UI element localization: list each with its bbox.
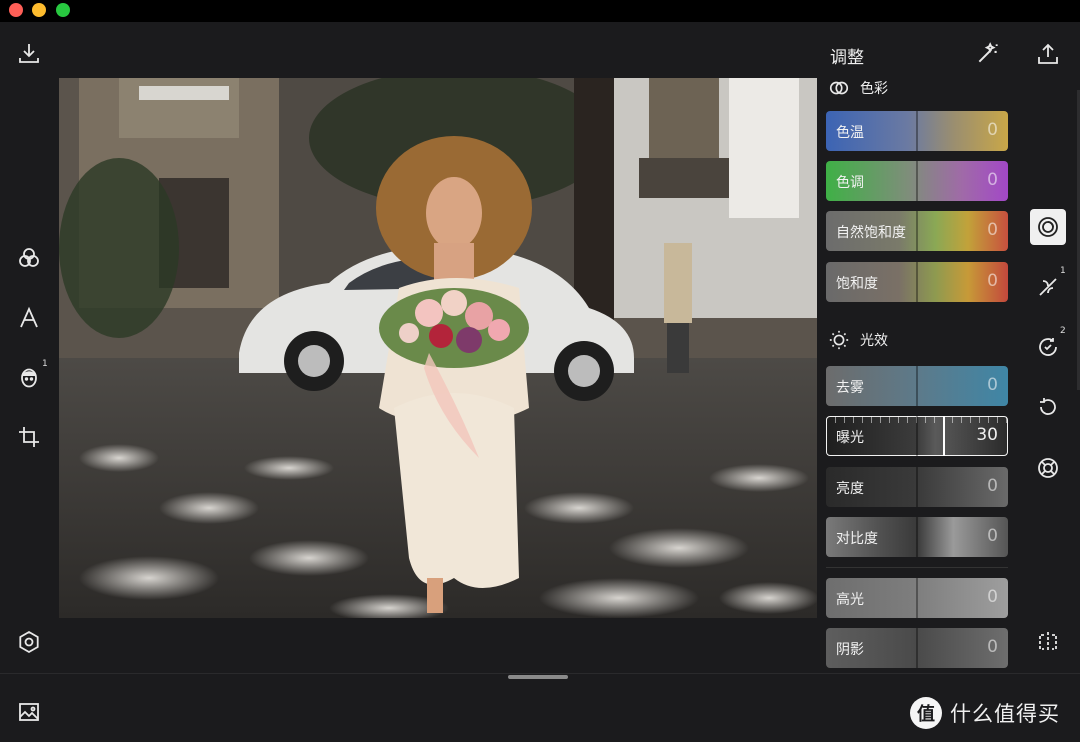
saturation-slider[interactable]: 饱和度 0 bbox=[826, 262, 1008, 302]
panel-resize-handle[interactable] bbox=[508, 675, 568, 679]
sun-icon bbox=[829, 330, 849, 350]
dehaze-label: 去雾 bbox=[836, 380, 864, 396]
history-button[interactable]: 2 bbox=[1030, 326, 1066, 365]
face-badge: 1 bbox=[42, 359, 48, 369]
vibrance-slider[interactable]: 自然饱和度 0 bbox=[826, 211, 1008, 251]
exposure-slider[interactable]: 曝光 30 bbox=[826, 416, 1008, 456]
contrast-value: 0 bbox=[987, 526, 998, 546]
color-section-label: 色彩 bbox=[860, 81, 888, 97]
exposure-label: 曝光 bbox=[836, 430, 864, 446]
light-section-label: 光效 bbox=[860, 333, 888, 349]
exposure-knob[interactable] bbox=[943, 416, 945, 456]
tint-label: 色调 bbox=[836, 175, 864, 191]
vibrance-value: 0 bbox=[987, 220, 998, 240]
exposure-value: 30 bbox=[976, 425, 998, 445]
crop-icon bbox=[19, 427, 39, 447]
text-icon bbox=[20, 306, 38, 328]
download-button[interactable] bbox=[14, 38, 44, 68]
undo-icon bbox=[1040, 398, 1056, 415]
adjust-tool-button[interactable] bbox=[1030, 209, 1066, 245]
highlights-label: 高光 bbox=[836, 592, 864, 608]
highlights-slider[interactable]: 高光 0 bbox=[826, 578, 1008, 618]
adjust-icon bbox=[1038, 217, 1058, 237]
undo-button[interactable] bbox=[1030, 389, 1066, 425]
watermark-logo: 值 bbox=[910, 697, 942, 729]
saturation-value: 0 bbox=[987, 271, 998, 291]
light-section-header[interactable]: 光效 bbox=[828, 329, 888, 351]
filters-button[interactable] bbox=[14, 243, 44, 273]
vibrance-label: 自然饱和度 bbox=[836, 225, 906, 241]
wand-icon bbox=[978, 42, 998, 63]
share-button[interactable] bbox=[1030, 36, 1066, 72]
shadows-value: 0 bbox=[987, 637, 998, 657]
color-section-icon bbox=[829, 81, 849, 95]
temperature-label: 色温 bbox=[836, 125, 864, 141]
contrast-label: 对比度 bbox=[836, 531, 878, 547]
crop-button[interactable] bbox=[14, 422, 44, 452]
dehaze-slider[interactable]: 去雾 0 bbox=[826, 366, 1008, 406]
heal-icon bbox=[1039, 278, 1057, 296]
auto-adjust-button[interactable] bbox=[975, 40, 1001, 66]
filters-icon bbox=[19, 248, 39, 267]
contrast-slider[interactable]: 对比度 0 bbox=[826, 517, 1008, 557]
zoom-window-button[interactable] bbox=[56, 3, 70, 17]
dehaze-value: 0 bbox=[987, 375, 998, 395]
download-icon bbox=[19, 44, 39, 63]
color-section-header[interactable]: 色彩 bbox=[828, 77, 888, 99]
watermark: 值 什么值得买 bbox=[910, 697, 1060, 729]
highlights-value: 0 bbox=[987, 587, 998, 607]
history-badge: 2 bbox=[1060, 326, 1066, 336]
lens-icon bbox=[1038, 458, 1058, 478]
shadows-label: 阴影 bbox=[836, 642, 864, 658]
window-titlebar bbox=[0, 0, 1080, 22]
minimize-window-button[interactable] bbox=[32, 3, 46, 17]
temperature-slider[interactable]: 色温 0 bbox=[826, 111, 1008, 151]
settings-button[interactable] bbox=[14, 627, 44, 657]
tint-slider[interactable]: 色调 0 bbox=[826, 161, 1008, 201]
brightness-slider[interactable]: 亮度 0 bbox=[826, 467, 1008, 507]
brightness-label: 亮度 bbox=[836, 481, 864, 497]
image-library-button[interactable] bbox=[14, 697, 44, 727]
lens-button[interactable] bbox=[1030, 450, 1066, 486]
close-window-button[interactable] bbox=[9, 3, 23, 17]
brightness-value: 0 bbox=[987, 476, 998, 496]
face-icon bbox=[21, 368, 37, 388]
photo-canvas[interactable] bbox=[59, 78, 817, 618]
panel-divider bbox=[826, 567, 1008, 568]
heal-tool-button[interactable]: 1 bbox=[1030, 266, 1066, 305]
shadows-slider[interactable]: 阴影 0 bbox=[826, 628, 1008, 668]
compare-button[interactable] bbox=[1030, 624, 1066, 660]
history-icon bbox=[1039, 338, 1057, 356]
text-tool-button[interactable] bbox=[14, 303, 44, 333]
photo-image bbox=[59, 78, 817, 618]
temperature-value: 0 bbox=[987, 120, 998, 140]
image-icon bbox=[19, 703, 39, 721]
watermark-text: 什么值得买 bbox=[950, 702, 1060, 726]
face-tool-button[interactable]: 1 bbox=[14, 359, 48, 393]
saturation-label: 饱和度 bbox=[836, 276, 878, 292]
share-icon bbox=[1038, 43, 1058, 64]
tint-value: 0 bbox=[987, 170, 998, 190]
heal-badge: 1 bbox=[1060, 266, 1066, 276]
panel-title: 调整 bbox=[830, 48, 864, 68]
settings-icon bbox=[19, 630, 39, 654]
compare-icon bbox=[1039, 632, 1057, 652]
